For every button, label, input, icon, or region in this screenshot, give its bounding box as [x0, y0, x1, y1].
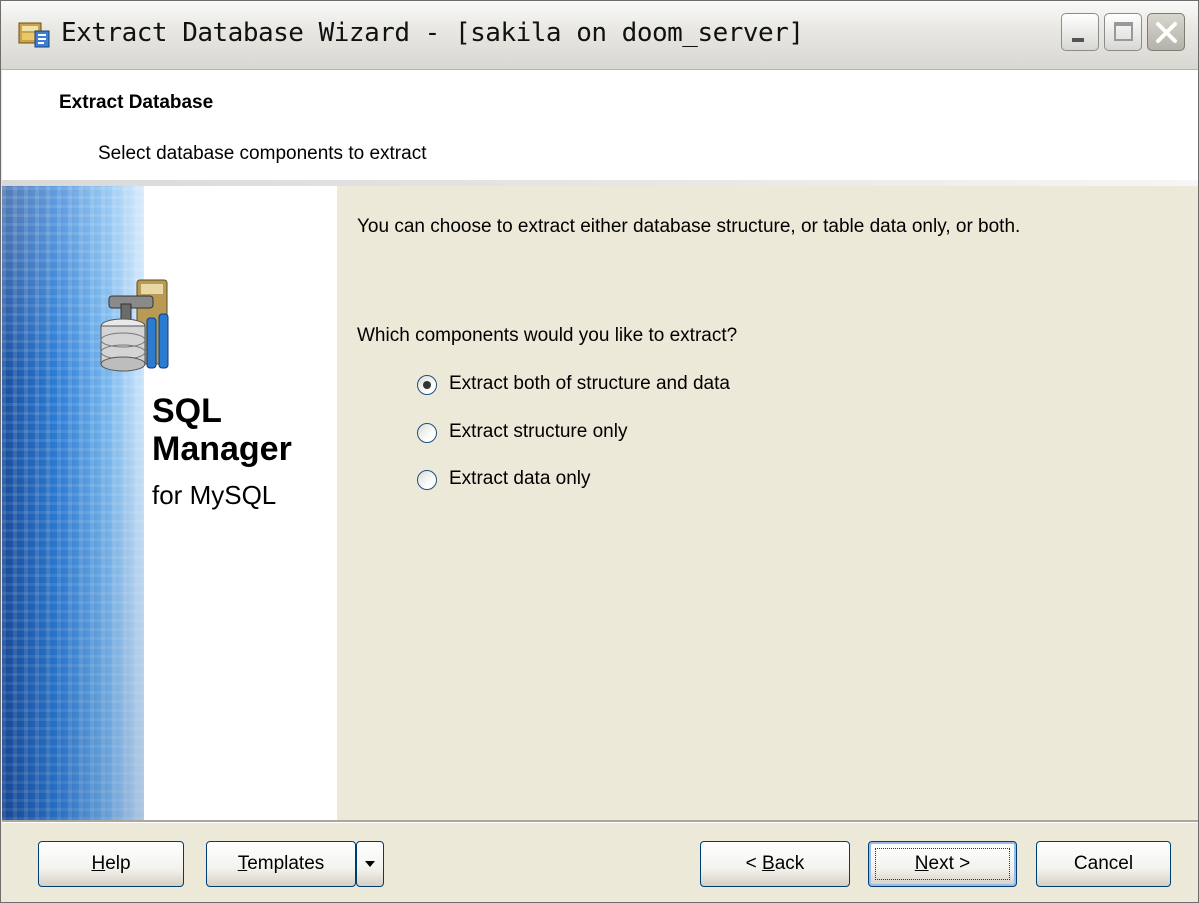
- logo-for-mysql-text: for MySQL: [152, 480, 277, 510]
- templates-dropdown-button[interactable]: [356, 841, 384, 887]
- focus-rect: [875, 848, 1010, 880]
- maximize-icon: [1114, 22, 1133, 41]
- wizard-window: Extract Database Wizard - [sakila on doo…: [0, 0, 1199, 903]
- wizard-side-banner: SQL Manager for MySQL: [2, 186, 337, 820]
- question-text: Which components would you like to extra…: [357, 325, 738, 346]
- maximize-button[interactable]: [1104, 13, 1142, 51]
- templates-post: emplates: [247, 853, 325, 874]
- back-pre: <: [745, 853, 763, 874]
- step-title: Extract Database: [59, 92, 214, 113]
- cancel-button[interactable]: Cancel: [1036, 841, 1171, 887]
- minimize-icon: [1072, 38, 1084, 42]
- title-bar[interactable]: Extract Database Wizard - [sakila on doo…: [1, 1, 1198, 70]
- help-post: elp: [105, 853, 131, 874]
- back-accel: B: [762, 853, 775, 874]
- help-button[interactable]: Help: [38, 841, 184, 887]
- logo-manager-text: Manager: [152, 430, 292, 468]
- templates-button[interactable]: Templates: [206, 841, 356, 887]
- close-icon: [1156, 22, 1177, 43]
- back-button[interactable]: < Back: [700, 841, 850, 887]
- wizard-header: Extract Database Select database compone…: [2, 70, 1198, 180]
- step-subtitle: Select database components to extract: [98, 143, 427, 164]
- help-accel: H: [91, 853, 106, 874]
- window-title: Extract Database Wizard - [sakila on doo…: [61, 18, 804, 48]
- radio-button[interactable]: [417, 470, 437, 490]
- dropdown-arrow-icon: [365, 861, 375, 867]
- radio-button[interactable]: [417, 423, 437, 443]
- next-button[interactable]: Next >: [868, 841, 1017, 887]
- intro-text: You can choose to extract either databas…: [357, 216, 1021, 237]
- logo-sql-text: SQL: [152, 392, 222, 430]
- close-button[interactable]: [1147, 13, 1185, 51]
- footer-divider: [2, 820, 1198, 823]
- database-tools-icon: [100, 279, 169, 372]
- minimize-button[interactable]: [1061, 13, 1099, 51]
- templates-accel: T: [237, 853, 248, 874]
- back-post: ack: [774, 853, 805, 874]
- radio-button[interactable]: [417, 375, 437, 395]
- wizard-content: You can choose to extract either databas…: [337, 186, 1198, 820]
- radio-label[interactable]: Extract structure only: [449, 421, 627, 443]
- radio-label[interactable]: Extract both of structure and data: [449, 373, 730, 395]
- wizard-app-icon: [18, 22, 50, 48]
- radio-label[interactable]: Extract data only: [449, 468, 591, 490]
